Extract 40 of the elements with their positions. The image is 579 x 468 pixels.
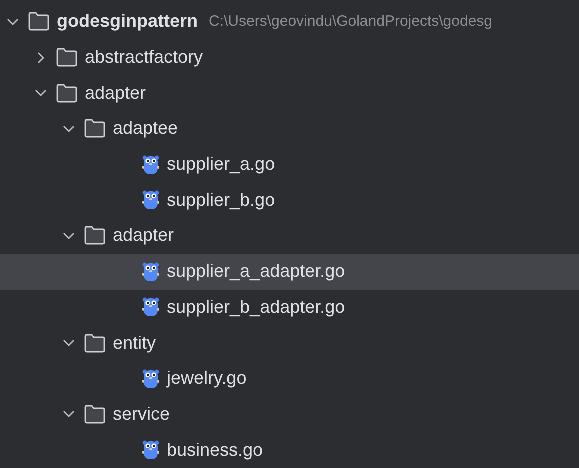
file-name: supplier_a.go xyxy=(167,153,276,176)
gopher-icon xyxy=(142,154,160,176)
file-row[interactable]: supplier_a.go xyxy=(0,146,579,182)
folder-row[interactable]: entity xyxy=(0,325,579,361)
folder-name: adapter xyxy=(113,224,174,248)
folder-name: adapter xyxy=(85,82,146,105)
folder-icon xyxy=(84,119,106,138)
gopher-icon xyxy=(142,260,160,283)
folder-row[interactable]: adapter xyxy=(0,75,579,112)
folder-name: adaptee xyxy=(113,117,178,140)
file-name: jewelry.go xyxy=(167,367,247,390)
folder-icon xyxy=(28,12,50,32)
file-row[interactable]: supplier_b_adapter.go xyxy=(0,290,579,326)
gopher-icon xyxy=(142,368,160,390)
folder-row[interactable]: abstractfactory xyxy=(0,40,579,76)
file-row[interactable]: supplier_a_adapter.go xyxy=(0,254,579,290)
folder-icon xyxy=(84,226,106,246)
folder-name: godesginpattern xyxy=(57,10,198,34)
folder-icon xyxy=(56,48,78,68)
folder-row[interactable]: service xyxy=(0,396,579,432)
folder-row[interactable]: adapter xyxy=(0,218,579,254)
folder-row[interactable]: adaptee xyxy=(0,111,579,147)
file-name: supplier_b_adapter.go xyxy=(167,296,346,319)
file-row[interactable]: supplier_b.go xyxy=(0,182,579,218)
gopher-icon xyxy=(142,439,160,462)
file-name: business.go xyxy=(167,438,264,462)
folder-icon xyxy=(56,84,78,103)
folder-icon xyxy=(84,334,106,353)
file-row[interactable]: business.go xyxy=(0,432,579,468)
file-row[interactable]: jewelry.go xyxy=(0,360,579,397)
folder-icon xyxy=(84,404,106,424)
folder-name: abstractfactory xyxy=(85,46,204,70)
folder-row[interactable]: godesginpattern C:\Users\geovindu\GolandProjects\godesg xyxy=(0,4,579,40)
project-path: C:\Users\geovindu\GolandProjects\godesg xyxy=(209,12,493,32)
folder-name: service xyxy=(113,402,170,426)
file-name: supplier_b.go xyxy=(167,188,276,212)
gopher-icon xyxy=(142,189,160,212)
file-name: supplier_a_adapter.go xyxy=(167,260,346,284)
gopher-icon xyxy=(142,296,160,318)
folder-name: entity xyxy=(113,332,156,355)
